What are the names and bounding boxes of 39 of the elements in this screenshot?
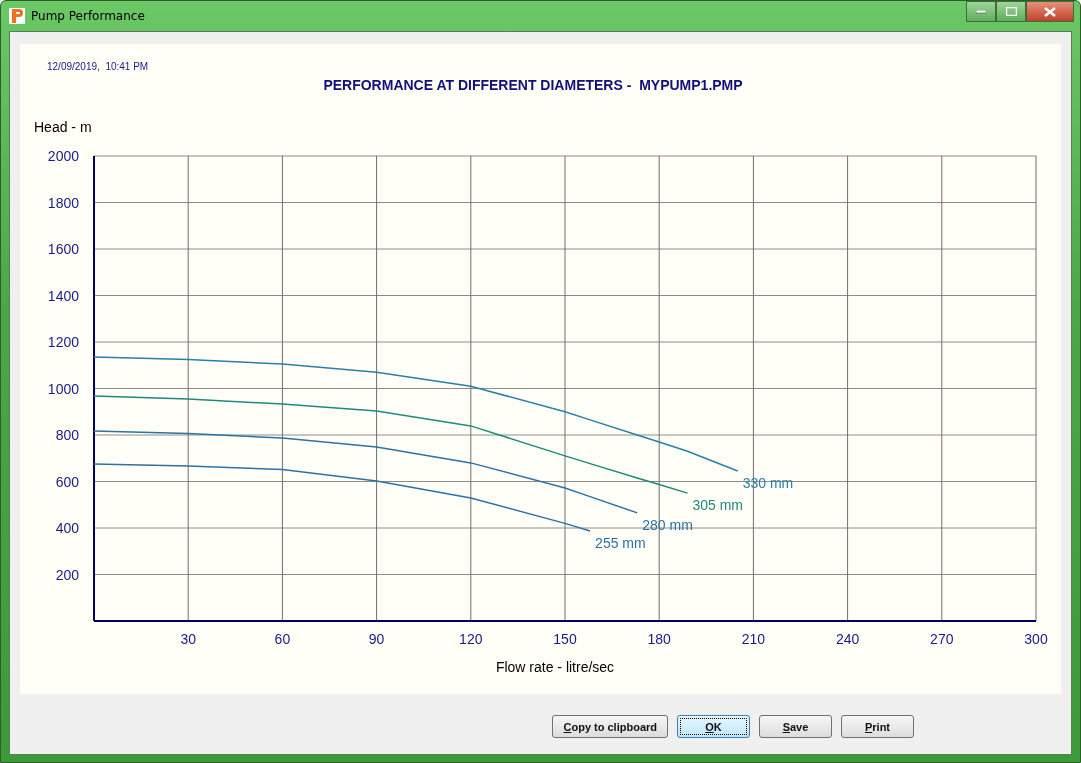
x-tick-label: 150 [553, 631, 577, 647]
y-tick-label: 1200 [47, 334, 79, 350]
maximize-icon [1005, 7, 1017, 16]
curve-label: 280 mm [642, 516, 693, 533]
window-title: Pump Performance [31, 9, 146, 23]
x-tick-label: 90 [368, 631, 385, 647]
y-tick-label: 1400 [47, 287, 79, 304]
x-tick-label: 120 [459, 631, 483, 647]
y-axis-title: Head - m [34, 119, 92, 135]
dialog-button[interactable]: OK [677, 715, 750, 738]
y-tick-label: 2000 [47, 148, 79, 164]
y-tick-label: 200 [55, 566, 79, 583]
dialog-button[interactable]: Copy to clipboard [552, 715, 668, 738]
y-tick-label: 400 [55, 520, 79, 536]
x-tick-label: 210 [741, 631, 766, 647]
curve-label: 305 mm [692, 497, 744, 514]
minimize-button[interactable] [966, 1, 996, 22]
maximize-button[interactable] [996, 1, 1026, 22]
curve-label: 255 mm [595, 535, 646, 551]
dialog-button[interactable]: Print [841, 715, 914, 738]
dialog-button[interactable]: Save [759, 715, 832, 738]
y-tick-label: 1800 [47, 194, 79, 211]
x-tick-label: 240 [835, 631, 860, 647]
x-axis-title: Flow rate - litre/sec [495, 659, 615, 675]
app-icon [9, 8, 25, 24]
x-tick-label: 180 [647, 631, 671, 647]
timestamp: 12/09/2019, 10:41 PM [47, 61, 149, 72]
x-tick-label: 60 [274, 631, 291, 647]
minimize-icon [976, 9, 986, 14]
chart-title: PERFORMANCE AT DIFFERENT DIAMETERS - MYPUMP1.PMP [323, 77, 743, 93]
y-tick-label: 1000 [47, 380, 79, 397]
x-tick-label: 270 [930, 631, 954, 647]
y-tick-label: 600 [55, 473, 79, 490]
y-tick-label: 800 [55, 427, 79, 443]
y-tick-label: 1600 [47, 241, 79, 257]
x-tick-label: 30 [180, 631, 196, 647]
x-tick-label: 300 [1024, 631, 1048, 647]
close-icon [1044, 6, 1056, 17]
close-button[interactable] [1026, 1, 1074, 22]
